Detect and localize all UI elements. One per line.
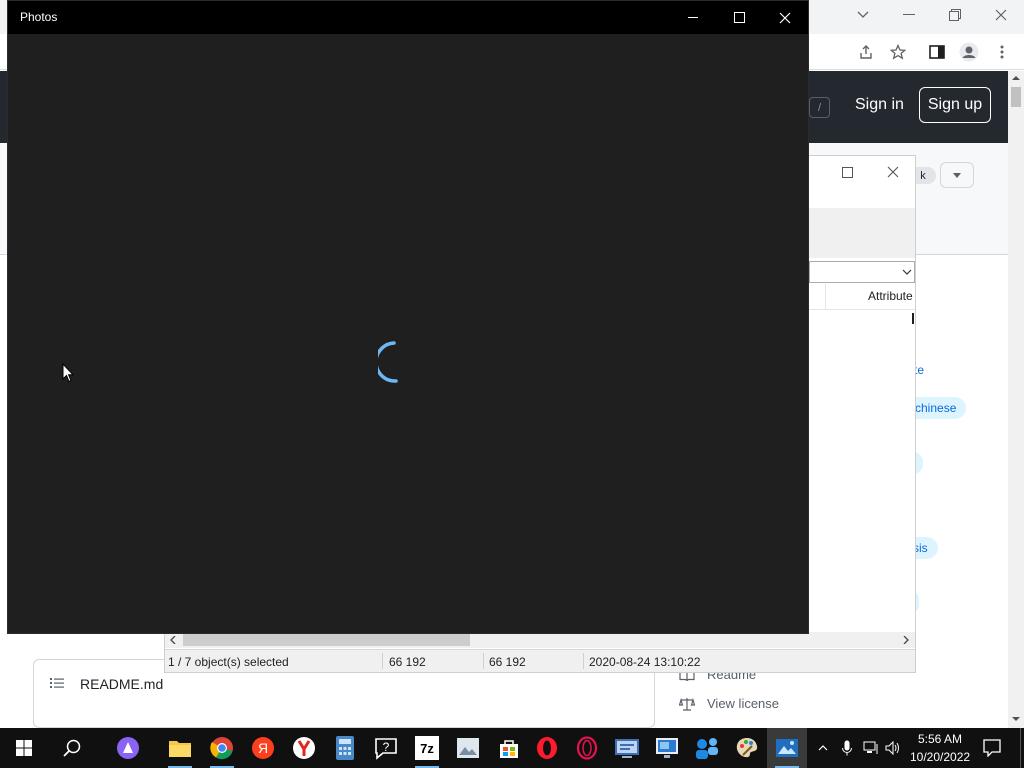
archive-path-combobox[interactable] [809, 261, 915, 283]
selection-status: 1 / 7 object(s) selected [168, 655, 289, 669]
browser-minimize-icon[interactable] [894, 0, 924, 30]
close-icon [779, 12, 791, 23]
maximize-icon [733, 12, 745, 23]
horizontal-scrollbar[interactable] [165, 632, 915, 648]
microphone-icon[interactable] [836, 728, 858, 768]
share-icon[interactable] [851, 37, 881, 67]
paint-icon[interactable] [727, 728, 767, 768]
7zip-icon[interactable]: 7z [407, 728, 447, 768]
scroll-right-arrow-icon[interactable] [903, 636, 909, 644]
packed-size-status: 66 192 [489, 655, 526, 669]
alice-icon[interactable] [108, 728, 148, 768]
svg-text:7z: 7z [420, 741, 434, 756]
scroll-up-arrow-icon[interactable] [1012, 75, 1020, 81]
opera-gx-icon[interactable] [567, 728, 607, 768]
search-shortcut-hint[interactable]: / [809, 97, 830, 118]
archive-close-icon[interactable] [877, 156, 909, 188]
status-divider [583, 653, 584, 669]
remote-desktop-icon[interactable] [647, 728, 687, 768]
volume-icon[interactable] [882, 728, 904, 768]
file-row-fragment[interactable] [912, 313, 914, 324]
file-explorer-icon[interactable] [160, 728, 200, 768]
maximize-button[interactable] [716, 1, 762, 34]
scroll-down-arrow-icon[interactable] [1012, 716, 1020, 722]
profile-avatar-icon[interactable] [954, 37, 984, 67]
clock-date[interactable]: 10/20/2022 [910, 750, 970, 764]
minimize-icon [688, 16, 698, 18]
show-desktop-button[interactable] [1020, 728, 1024, 768]
people-icon[interactable] [687, 728, 727, 768]
browser-scrollbar[interactable] [1008, 71, 1024, 728]
chrome-icon[interactable] [202, 728, 242, 768]
sidebar-license-link[interactable]: View license [707, 696, 779, 711]
svg-text:Я: Я [258, 740, 268, 756]
status-divider [382, 653, 383, 669]
status-divider [483, 653, 484, 669]
tab-search-chevron-icon[interactable] [848, 0, 878, 30]
network-tool-icon[interactable] [607, 728, 647, 768]
show-hidden-icons-chevron-icon[interactable] [812, 728, 834, 768]
photos-window: Photos [7, 0, 809, 634]
windows-start-icon[interactable] [4, 728, 44, 768]
scrollbar-thumb[interactable] [183, 634, 470, 646]
photos-icon[interactable] [767, 728, 807, 768]
chevron-down-icon[interactable] [902, 269, 912, 275]
image-viewer-icon[interactable] [448, 728, 488, 768]
close-button[interactable] [762, 1, 808, 34]
network-icon[interactable] [860, 728, 882, 768]
attributes-column-header[interactable]: Attribute [868, 289, 913, 303]
scrollbar-thumb[interactable] [1011, 87, 1021, 107]
clock-time[interactable]: 5:56 AM [918, 732, 962, 746]
search-icon[interactable] [52, 728, 92, 768]
minimize-button[interactable] [670, 1, 716, 34]
law-scale-icon [678, 697, 696, 716]
browser-menu-icon[interactable] [987, 37, 1017, 67]
readme-filename: README.md [80, 676, 164, 692]
help-icon[interactable]: ? [366, 728, 406, 768]
opera-icon[interactable] [527, 728, 567, 768]
mouse-cursor-icon [62, 362, 75, 388]
loading-spinner-icon [374, 339, 418, 392]
yandex-icon[interactable]: Я [243, 728, 283, 768]
fork-dropdown-button[interactable] [940, 162, 974, 188]
bookmark-star-icon[interactable] [883, 37, 913, 67]
size-status: 66 192 [389, 655, 426, 669]
sign-up-button[interactable]: Sign up [919, 87, 991, 123]
store-icon[interactable] [489, 728, 529, 768]
scroll-left-arrow-icon[interactable] [170, 636, 176, 644]
column-divider[interactable] [825, 284, 826, 310]
photos-titlebar[interactable]: Photos [8, 1, 808, 34]
svg-text:?: ? [383, 740, 390, 754]
calculator-icon[interactable] [325, 728, 365, 768]
list-icon[interactable] [50, 676, 64, 690]
browser-close-icon[interactable] [986, 0, 1016, 30]
side-panel-icon[interactable] [922, 37, 952, 67]
browser-restore-icon[interactable] [940, 0, 970, 30]
yandex-browser-icon[interactable] [284, 728, 324, 768]
archive-status-bar: 1 / 7 object(s) selected 66 192 66 192 2… [165, 649, 915, 672]
sign-in-link[interactable]: Sign in [855, 96, 904, 114]
notification-center-icon[interactable] [972, 728, 1012, 768]
window-title: Photos [20, 10, 58, 24]
taskbar: Я ? 7z 5:56 AM 10/20/2022 [0, 728, 1024, 768]
modified-status: 2020-08-24 13:10:22 [589, 655, 701, 669]
archive-maximize-icon[interactable] [831, 156, 863, 188]
